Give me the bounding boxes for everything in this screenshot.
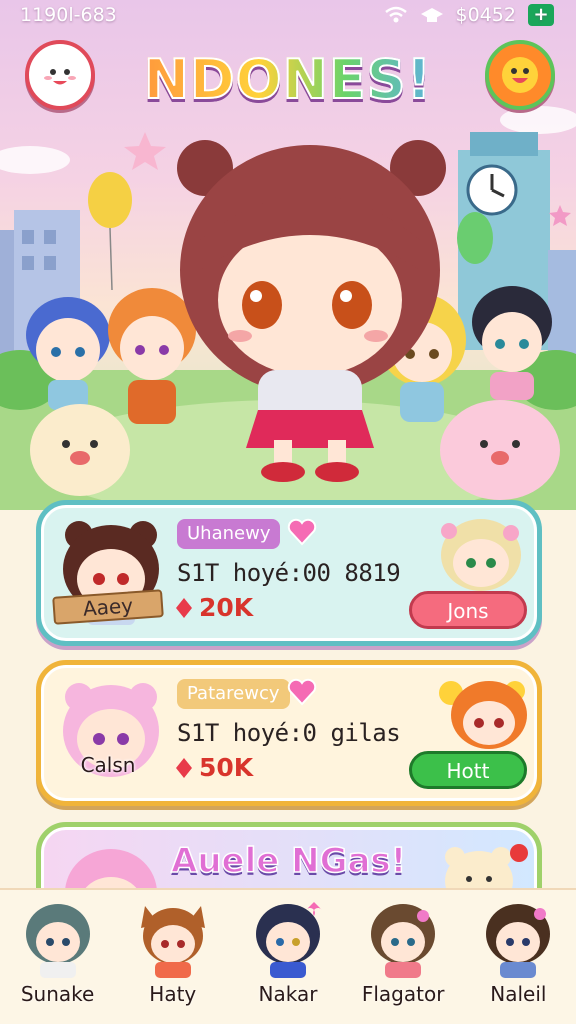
- game-title: NDONES!: [0, 47, 576, 112]
- blonde-character-icon: [441, 519, 521, 591]
- nav-item-nakar[interactable]: Nakar: [234, 898, 342, 1006]
- graduation-cap-icon: [420, 8, 443, 22]
- diamond-icon: [176, 757, 192, 778]
- character-avatar: [25, 904, 90, 978]
- nav-item-sunake[interactable]: Sunake: [4, 898, 112, 1006]
- quest-tag: Patarewcy: [177, 679, 290, 709]
- quest-card[interactable]: Calsn Patarewcy S1T hoyé:0 gilas 50K Hot…: [36, 660, 542, 806]
- nav-item-flagator[interactable]: Flagator: [349, 898, 457, 1006]
- orange-hair-character-icon: [439, 681, 527, 749]
- diamond-icon: [176, 597, 192, 618]
- hot-button[interactable]: Hott: [409, 751, 527, 789]
- reward-amount: 50K: [175, 753, 253, 782]
- character-avatar: [486, 904, 551, 978]
- nav-label: Flagator: [361, 982, 445, 1006]
- event-banner-title: Auele NGas!: [170, 840, 407, 882]
- reward-value: 50K: [199, 753, 254, 782]
- nav-label: Sunake: [20, 982, 95, 1006]
- reward-amount: 20K: [175, 593, 253, 622]
- balance-value: $0452: [455, 4, 516, 26]
- quest-card[interactable]: Aaey Uhanewy S1T hoyé:00 8819 20K Jons: [36, 500, 542, 646]
- quest-stat: S1T hoyé:00 8819: [177, 559, 401, 587]
- bottom-navigation: Sunake Haty Nakar Flagator Naleil: [0, 888, 576, 1024]
- nav-label: Nakar: [258, 982, 318, 1006]
- character-avatar: [255, 902, 322, 978]
- fox-ear-character-avatar: [140, 906, 205, 978]
- quest-tag: Uhanewy: [177, 519, 281, 549]
- reward-value: 20K: [199, 593, 254, 622]
- status-time: 1190l-683: [20, 4, 117, 26]
- wifi-icon: [384, 6, 407, 23]
- character-name: Calsn: [80, 753, 136, 777]
- nav-item-haty[interactable]: Haty: [119, 898, 227, 1006]
- heart-icon: [287, 518, 317, 546]
- add-currency-button[interactable]: +: [528, 4, 554, 26]
- quest-stat: S1T hoyé:0 gilas: [177, 719, 401, 747]
- heart-icon: [287, 678, 317, 706]
- status-bar: 1190l-683 $0452 +: [0, 0, 576, 30]
- nav-label: Naleil: [490, 982, 547, 1006]
- character-avatar: [371, 904, 436, 978]
- join-button[interactable]: Jons: [409, 591, 527, 629]
- nav-item-naleil[interactable]: Naleil: [464, 898, 572, 1006]
- nav-label: Haty: [149, 982, 197, 1006]
